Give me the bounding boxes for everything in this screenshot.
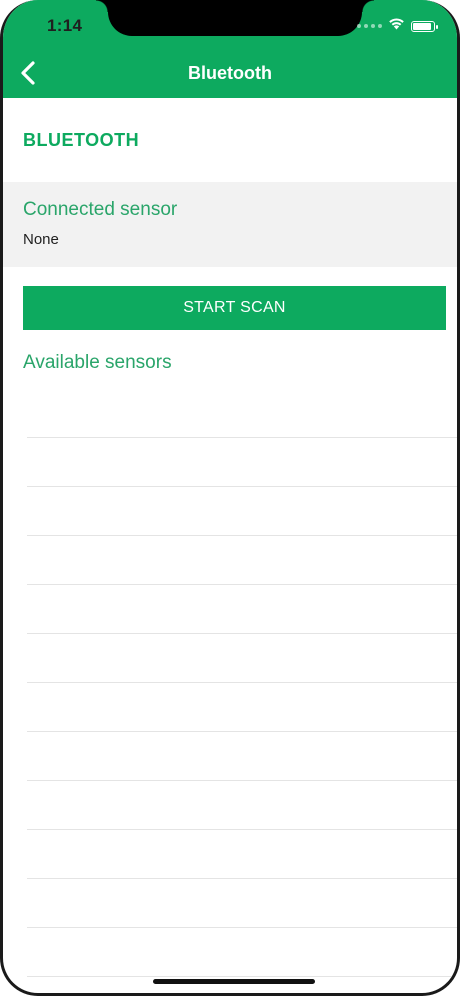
- wifi-icon: [388, 17, 405, 35]
- start-scan-button[interactable]: START SCAN: [23, 286, 446, 330]
- list-item[interactable]: [27, 831, 457, 879]
- list-item[interactable]: [27, 488, 457, 536]
- phone-screen: 1:14 Bluetooth BLUETOOTH Connected senso…: [0, 0, 460, 996]
- list-item[interactable]: [27, 880, 457, 928]
- list-item[interactable]: [27, 684, 457, 732]
- list-item[interactable]: [27, 733, 457, 781]
- list-item[interactable]: [27, 390, 457, 438]
- status-icons: [357, 17, 438, 35]
- available-sensors-title: Available sensors: [23, 352, 172, 373]
- list-item[interactable]: [27, 537, 457, 585]
- app-bar: 1:14 Bluetooth: [3, 0, 457, 98]
- connected-sensor-value: None: [23, 231, 59, 248]
- list-item[interactable]: [27, 439, 457, 487]
- list-item[interactable]: [27, 586, 457, 634]
- list-item[interactable]: [27, 929, 457, 977]
- section-header: BLUETOOTH: [23, 130, 140, 150]
- status-time: 1:14: [47, 16, 83, 35]
- home-indicator[interactable]: [153, 979, 315, 984]
- list-item[interactable]: [27, 782, 457, 830]
- available-sensors-list: [27, 390, 457, 978]
- list-item[interactable]: [27, 635, 457, 683]
- connected-sensor-title: Connected sensor: [23, 199, 178, 220]
- page-title: Bluetooth: [188, 63, 272, 83]
- signal-dots-icon: [357, 24, 382, 28]
- battery-level: [413, 22, 431, 30]
- device-notch: [96, 0, 374, 36]
- connected-sensor-panel: Connected sensor None: [3, 182, 457, 267]
- battery-icon: [411, 20, 438, 32]
